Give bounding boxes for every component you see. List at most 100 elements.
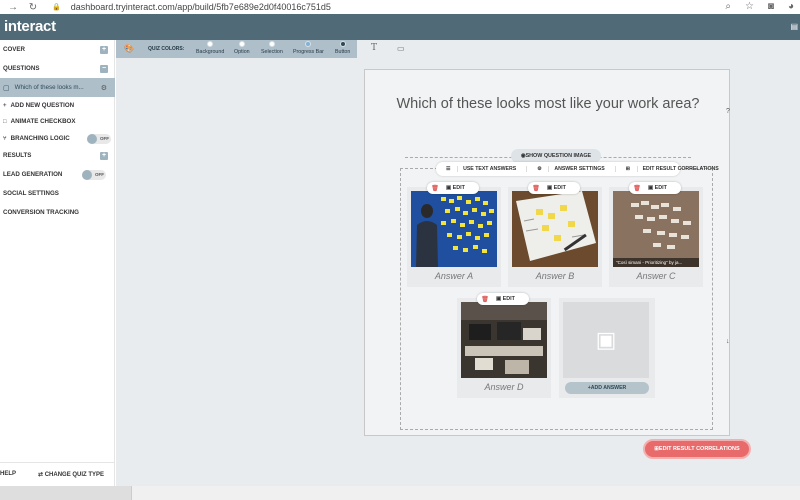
text-format-icon[interactable]: T <box>371 43 377 53</box>
sidebar-item-label: LEAD GENERATION <box>3 171 63 178</box>
reload-icon[interactable]: ↻ <box>26 2 40 13</box>
answer-settings-button[interactable]: ⚙ ANSWER SETTINGS <box>527 166 616 172</box>
app-logo[interactable]: interact <box>4 18 56 35</box>
sidebar-item-results[interactable]: RESULTS + <box>0 146 115 165</box>
add-new-question-label: ADD NEW QUESTION <box>10 102 75 109</box>
palette-icon[interactable]: 🎨 <box>124 44 134 53</box>
image-icon[interactable]: ▭ <box>397 44 405 53</box>
answer-tools: ☰ USE TEXT ANSWERS ⚙ ANSWER SETTINGS ⊞ E… <box>436 162 719 176</box>
change-quiz-type-label: CHANGE QUIZ TYPE <box>44 472 105 478</box>
desk-papers-image <box>512 191 598 267</box>
use-text-answers-label: USE TEXT ANSWERS <box>463 166 517 172</box>
camera-icon[interactable]: ◙ <box>768 1 774 12</box>
swatch-dot <box>207 41 214 47</box>
collapse-icon[interactable]: − <box>100 64 108 73</box>
add-answer-card[interactable]: ▣ + ADD ANSWER <box>559 298 655 398</box>
url-bar[interactable]: dashboard.tryinteract.com/app/build/5fb7… <box>71 2 331 12</box>
swatch-option[interactable]: Option <box>234 41 250 55</box>
gear-icon[interactable]: ⚙ <box>101 84 107 92</box>
trash-icon[interactable]: 🗑 <box>528 185 544 192</box>
image-icon: ▣ <box>648 185 655 191</box>
swatch-dot <box>268 41 275 47</box>
branching-logic-toggle[interactable]: OFF <box>87 133 111 144</box>
answer-image-b <box>512 191 598 267</box>
swatch-label: Button <box>335 49 351 55</box>
help-button[interactable]: HELP <box>0 471 16 477</box>
sidebar-item-cover[interactable]: COVER + <box>0 40 115 59</box>
swatch-dot <box>238 41 245 47</box>
quiz-colors-label: QUIZ COLORS: <box>148 46 185 52</box>
swap-icon: ⇄ <box>38 472 45 478</box>
answer-label[interactable]: Answer D <box>457 382 551 392</box>
edit-result-correlations-tool[interactable]: ⊞ EDIT RESULT CORRELATIONS <box>616 166 729 172</box>
show-question-image-label: SHOW QUESTION IMAGE <box>525 153 592 159</box>
swatch-selection[interactable]: Selection <box>261 41 283 55</box>
download-tab[interactable] <box>0 486 132 500</box>
app-header: interact ▤ <box>0 14 800 40</box>
branching-logic-label: BRANCHING LOGIC <box>10 135 70 142</box>
edit-button[interactable]: ▣ EDIT <box>443 185 465 191</box>
show-question-image-button[interactable]: ◉ SHOW QUESTION IMAGE <box>511 149 601 163</box>
chrome-icon[interactable]: ◕ <box>788 1 794 12</box>
answer-controls: 🗑 ▣ EDIT <box>477 293 529 305</box>
browser-toolbar: → ↻ 🔒 dashboard.tryinteract.com/app/buil… <box>0 0 800 14</box>
answer-settings-label: ANSWER SETTINGS <box>554 166 605 172</box>
plus-icon: + <box>3 102 7 109</box>
trash-icon[interactable]: 🗑 <box>629 185 645 192</box>
swatch-background[interactable]: Background <box>196 41 224 55</box>
answer-controls: 🗑 ▣ EDIT <box>528 182 580 194</box>
branch-icon: ⑂ <box>3 135 7 142</box>
swatch-button[interactable]: Button <box>335 41 350 55</box>
editor-toolbar: 🎨 QUIZ COLORS: Background Option Selecti… <box>116 40 800 58</box>
sidebar-question-item[interactable]: ▢ Which of these looks m... ⚙ <box>0 78 115 97</box>
change-quiz-type-button[interactable]: ⇄ CHANGE QUIZ TYPE <box>38 471 104 478</box>
forward-icon[interactable]: → <box>6 2 20 13</box>
sidebar-item-label: QUESTIONS <box>3 65 40 72</box>
edit-result-correlations-label: EDIT RESULT CORRELATIONS <box>658 446 740 452</box>
help-icon[interactable]: ? <box>726 108 730 115</box>
answer-image-c: "Così simani - Prioritizing" by ja... <box>613 191 699 267</box>
edit-button[interactable]: ▣ EDIT <box>493 296 515 302</box>
answer-label[interactable]: Answer B <box>508 271 602 281</box>
add-answer-button[interactable]: + ADD ANSWER <box>565 382 649 394</box>
window-icon[interactable]: ▤ <box>790 22 798 31</box>
edit-button[interactable]: ▣ EDIT <box>645 185 667 191</box>
sidebar: COVER + QUESTIONS − ▢ Which of these loo… <box>0 40 115 486</box>
hierarchy-icon: ⊞ <box>620 166 638 172</box>
sidebar-item-label: CONVERSION TRACKING <box>3 209 79 216</box>
sidebar-footer: HELP ⇄ CHANGE QUIZ TYPE <box>0 462 115 486</box>
editor-canvas: Which of these looks most like your work… <box>116 58 800 486</box>
add-answer-label: ADD ANSWER <box>590 385 627 391</box>
checkbox-icon[interactable]: □ <box>3 119 7 125</box>
answer-label[interactable]: Answer A <box>407 271 501 281</box>
arrow-down-icon[interactable]: ↓ <box>726 338 730 345</box>
image-icon: ▣ <box>496 296 503 302</box>
answer-card-c[interactable]: "Così simani - Prioritizing" by ja... 🗑 … <box>609 182 703 287</box>
sidebar-item-lead-generation[interactable]: LEAD GENERATION OFF <box>0 165 115 184</box>
expand-icon[interactable]: + <box>100 45 108 54</box>
messy-desk-image <box>461 302 547 378</box>
answer-card-b[interactable]: 🗑 ▣ EDIT Answer B <box>508 182 602 287</box>
answer-card-d[interactable]: 🗑 ▣ EDIT Answer D <box>457 293 551 398</box>
answer-card-a[interactable]: 🗑 ▣ EDIT Answer A <box>407 182 501 287</box>
star-icon[interactable]: ☆ <box>745 1 754 12</box>
answer-controls: 🗑 ▣ EDIT <box>427 182 479 194</box>
edit-result-correlations-label: EDIT RESULT CORRELATIONS <box>642 166 719 172</box>
swatch-label: Progress Bar <box>293 49 324 55</box>
sidebar-item-conversion-tracking[interactable]: CONVERSION TRACKING <box>0 203 115 222</box>
expand-icon[interactable]: + <box>100 151 108 160</box>
image-icon: ▣ <box>446 185 453 191</box>
answer-label[interactable]: Answer C <box>609 271 703 281</box>
zoom-icon[interactable]: ⌕ <box>725 1 731 12</box>
sidebar-item-questions[interactable]: QUESTIONS − <box>0 59 115 78</box>
swatch-progress-bar[interactable]: Progress Bar <box>293 41 324 55</box>
answer-image-a <box>411 191 497 267</box>
lead-generation-toggle[interactable]: OFF <box>82 169 106 180</box>
trash-icon[interactable]: 🗑 <box>427 185 443 192</box>
sidebar-item-social-settings[interactable]: SOCIAL SETTINGS <box>0 184 115 203</box>
trash-icon[interactable]: 🗑 <box>477 296 493 303</box>
use-text-answers-button[interactable]: ☰ USE TEXT ANSWERS <box>436 166 528 172</box>
question-title[interactable]: Which of these looks most like your work… <box>395 96 701 113</box>
edit-button[interactable]: ▣ EDIT <box>544 185 566 191</box>
edit-result-correlations-button[interactable]: ⊞ EDIT RESULT CORRELATIONS <box>643 439 751 459</box>
